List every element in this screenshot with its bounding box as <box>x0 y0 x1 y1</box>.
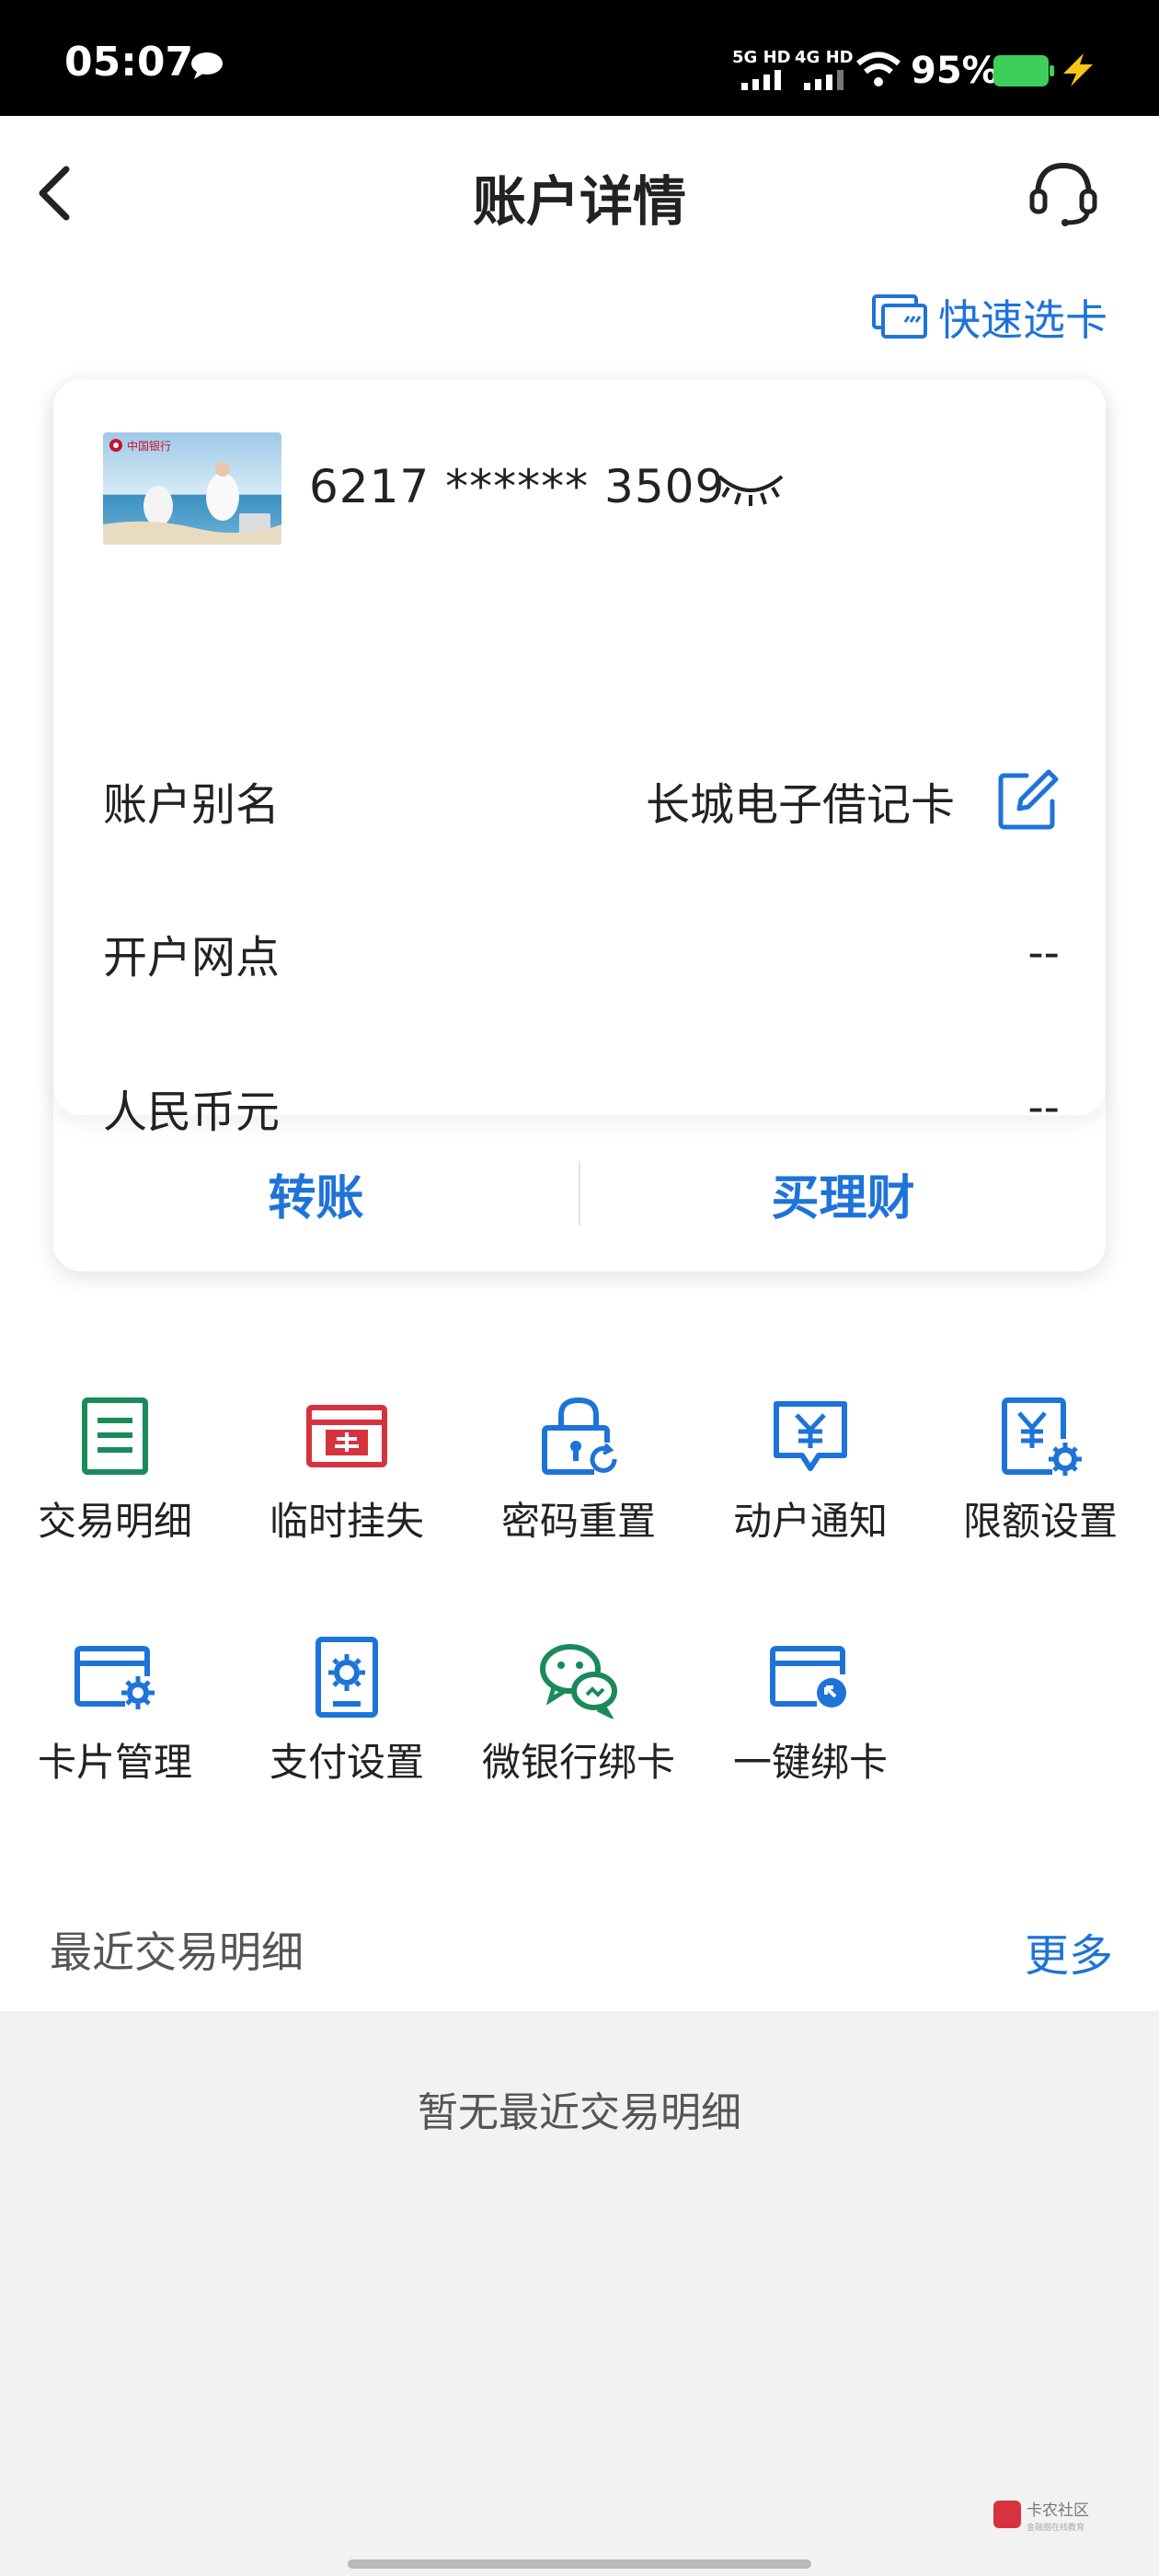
service-label: 密码重置 <box>500 1499 656 1544</box>
more-link[interactable]: 更多 <box>1025 1919 1113 1984</box>
service-label: 临时挂失 <box>269 1499 424 1544</box>
payment-settings-icon <box>316 1637 378 1718</box>
report-loss-icon <box>306 1405 387 1467</box>
card-stack-icon <box>872 294 927 339</box>
lock-reset-icon <box>542 1397 617 1475</box>
service-wechat-bind-card[interactable]: 微银行绑卡 <box>464 1636 694 1788</box>
signal-bars-icon <box>741 70 781 90</box>
service-account-notice[interactable]: 动户通知 <box>695 1395 925 1547</box>
headset-icon[interactable] <box>1027 156 1100 230</box>
service-password-reset[interactable]: 密码重置 <box>464 1395 694 1547</box>
row-label: 人民币元 <box>103 1087 281 1138</box>
service-card-management[interactable]: 卡片管理 <box>0 1636 230 1788</box>
row-account-alias: 账户别名 长城电子借记卡 <box>103 764 1060 837</box>
status-time: 05:07 <box>64 39 194 86</box>
service-label: 限额设置 <box>962 1499 1118 1544</box>
network-4g: 4G HD <box>795 48 859 92</box>
row-value: 长城电子借记卡 <box>645 779 955 831</box>
service-label: 交易明细 <box>37 1499 192 1544</box>
wechat-bind-icon <box>540 1644 617 1719</box>
battery-percent: 95% <box>911 50 999 92</box>
service-limit-settings[interactable]: 限额设置 <box>925 1395 1155 1547</box>
edit-icon[interactable] <box>995 768 1060 833</box>
eye-closed-icon[interactable] <box>716 467 786 508</box>
watermark-text: 卡农社区 <box>1027 2501 1089 2520</box>
quick-select-card-button[interactable]: 快速选卡 <box>872 285 1107 350</box>
service-label: 支付设置 <box>269 1740 424 1785</box>
service-label: 一键绑卡 <box>732 1740 888 1785</box>
home-indicator[interactable] <box>348 2559 811 2569</box>
bank-card-image[interactable]: 中国银行 <box>103 432 281 545</box>
one-click-bind-icon <box>770 1646 846 1708</box>
service-one-click-bind[interactable]: 一键绑卡 <box>695 1636 925 1788</box>
watermark-subtext: 金融圈在线教育 <box>1027 2522 1084 2533</box>
page-title: 账户详情 <box>472 170 686 233</box>
limit-settings-icon <box>1002 1397 1082 1476</box>
signal-bars-icon <box>804 70 843 90</box>
service-temp-report-loss[interactable]: 临时挂失 <box>232 1395 462 1547</box>
watermark-logo: 卡农社区 金融圈在线教育 <box>993 2501 1089 2533</box>
buy-wealth-button[interactable]: 买理财 <box>580 1159 1106 1228</box>
account-actions: 转账 买理财 <box>53 1133 1106 1253</box>
main-panel: 账户详情 快速选卡 中国银行 6217 ****** 3509 账户别名 长城电… <box>0 116 1159 2011</box>
service-label: 微银行绑卡 <box>481 1740 675 1785</box>
service-payment-settings[interactable]: 支付设置 <box>232 1636 462 1788</box>
recent-transactions-title: 最近交易明细 <box>50 1927 304 1977</box>
row-label: 账户别名 <box>103 779 281 831</box>
row-label: 开户网点 <box>103 932 281 983</box>
chat-bubble-icon <box>191 52 223 79</box>
charging-bolt-icon <box>1063 53 1093 86</box>
service-label: 卡片管理 <box>37 1740 192 1785</box>
transfer-button[interactable]: 转账 <box>53 1159 579 1228</box>
row-opening-branch: 开户网点 -- <box>103 916 1060 990</box>
battery-icon <box>993 55 1054 86</box>
transaction-list-icon <box>82 1397 148 1475</box>
account-info-panel: 中国银行 6217 ****** 3509 账户别名 长城电子借记卡 开户网点 … <box>53 379 1106 1138</box>
service-transaction-details[interactable]: 交易明细 <box>0 1395 230 1547</box>
quick-select-label: 快速选卡 <box>938 295 1107 345</box>
row-value: -- <box>1027 927 1060 979</box>
wifi-icon <box>856 52 901 86</box>
row-value: -- <box>1027 1082 1060 1133</box>
status-bar: 05:07 5G HD 4G HD 95% <box>0 0 1159 116</box>
account-card: 中国银行 6217 ****** 3509 账户别名 长城电子借记卡 开户网点 … <box>53 379 1106 1271</box>
empty-state-text: 暂无最近交易明细 <box>418 2089 741 2136</box>
card-manage-icon <box>75 1646 155 1709</box>
card-number: 6217 ****** 3509 <box>309 460 726 513</box>
bank-logo-text: 中国银行 <box>127 439 171 453</box>
network-5g: 5G HD <box>732 48 797 92</box>
account-notice-icon <box>774 1401 847 1471</box>
service-label: 动户通知 <box>732 1499 888 1544</box>
